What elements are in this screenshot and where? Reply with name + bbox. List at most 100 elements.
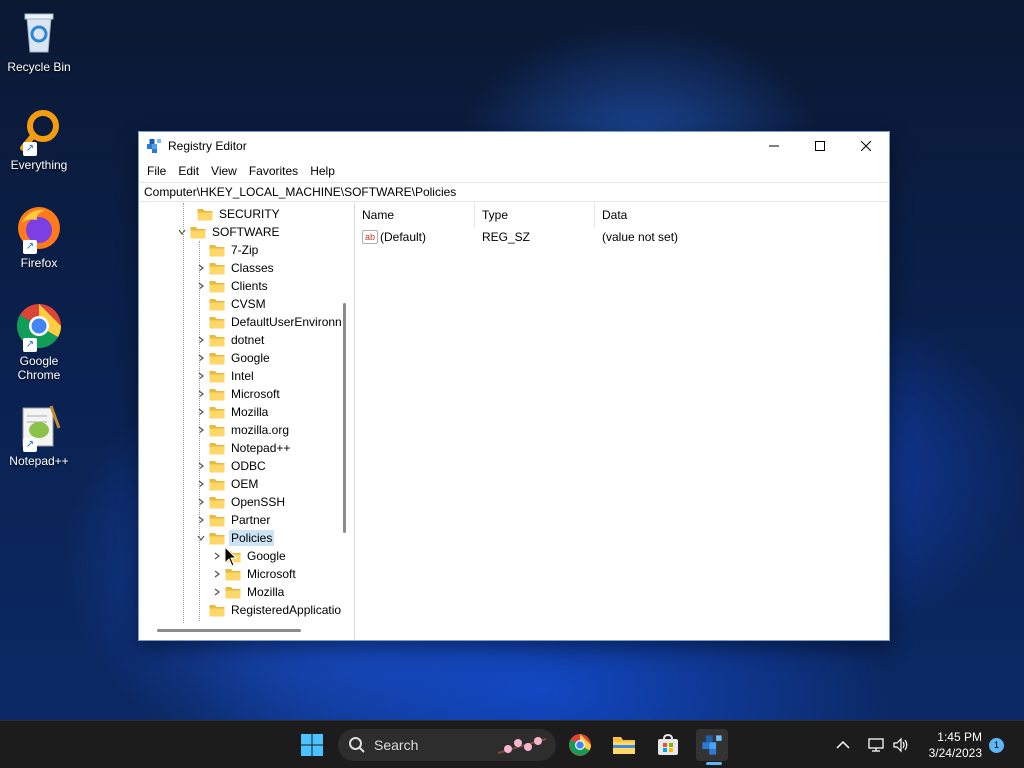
taskbar: Search 1:45 PM 3/24/2023 1 <box>0 720 1024 768</box>
taskbar-store-button[interactable] <box>652 729 684 761</box>
tree-item[interactable]: Classes <box>195 259 276 277</box>
shortcut-arrow-icon: ↗ <box>23 338 37 352</box>
tree-item[interactable]: DefaultUserEnvironn <box>195 313 344 331</box>
chevron-down-icon[interactable] <box>195 529 207 547</box>
maximize-button[interactable] <box>797 132 843 160</box>
registry-tree[interactable]: SECURITY SOFTWARE 7-Zip Classes Clients CVSM D… <box>139 203 355 640</box>
chevron-right-icon[interactable] <box>195 349 207 367</box>
tree-item[interactable]: Microsoft <box>195 385 282 403</box>
tree-item[interactable]: RegisteredApplicatio <box>195 601 343 619</box>
taskbar-registry-editor-button[interactable] <box>696 729 728 761</box>
desktop-icon-firefox[interactable]: ↗ Firefox <box>2 204 76 270</box>
chevron-right-icon[interactable] <box>195 259 207 277</box>
value-data: (value not set) <box>602 230 679 244</box>
tree-item[interactable]: Mozilla <box>195 403 270 421</box>
address-bar[interactable]: Computer\HKEY_LOCAL_MACHINE\SOFTWARE\Pol… <box>139 182 889 202</box>
column-header-name[interactable]: Name <box>355 202 475 227</box>
tree-item[interactable]: Mozilla <box>211 583 286 601</box>
taskbar-clock[interactable]: 1:45 PM 3/24/2023 <box>929 729 982 761</box>
registry-editor-icon <box>702 735 722 755</box>
taskbar-chrome-button[interactable] <box>564 729 596 761</box>
menu-help[interactable]: Help <box>304 164 341 178</box>
tree-item[interactable]: mozilla.org <box>195 421 291 439</box>
list-item[interactable]: ab (Default) REG_SZ (value not set) <box>355 227 889 247</box>
folder-icon <box>209 298 225 311</box>
chevron-right-icon[interactable] <box>195 475 207 493</box>
tree-item-label: Microsoft <box>231 387 280 401</box>
desktop-icon-everything[interactable]: ↗ Everything <box>2 106 76 172</box>
chevron-right-icon[interactable] <box>195 511 207 529</box>
start-button[interactable] <box>296 729 328 761</box>
tree-vertical-scrollbar[interactable] <box>343 303 346 533</box>
chevron-right-icon[interactable] <box>211 547 223 565</box>
tree-item[interactable]: ODBC <box>195 457 268 475</box>
chevron-right-icon[interactable] <box>195 277 207 295</box>
speaker-icon <box>893 737 908 753</box>
menu-view[interactable]: View <box>205 164 243 178</box>
folder-icon <box>209 478 225 491</box>
tree-item-label: Classes <box>231 261 274 275</box>
title-bar[interactable]: Registry Editor <box>139 132 889 160</box>
tree-item[interactable]: Partner <box>195 511 272 529</box>
folder-icon <box>209 496 225 509</box>
chevron-right-icon[interactable] <box>195 457 207 475</box>
clock-time: 1:45 PM <box>937 730 982 744</box>
desktop-icon-notepad-plus-plus[interactable]: ↗ Notepad++ <box>2 402 76 468</box>
minimize-button[interactable] <box>751 132 797 160</box>
tree-item[interactable]: dotnet <box>195 331 266 349</box>
chevron-down-icon[interactable] <box>176 223 188 241</box>
taskbar-search-box[interactable]: Search <box>338 729 556 761</box>
menu-edit[interactable]: Edit <box>172 164 205 178</box>
taskbar-file-explorer-button[interactable] <box>608 729 640 761</box>
tree-item[interactable]: Notepad++ <box>195 439 292 457</box>
folder-icon <box>209 262 225 275</box>
chevron-right-icon[interactable] <box>195 493 207 511</box>
tree-item[interactable]: Google <box>211 547 288 565</box>
tree-item[interactable]: OpenSSH <box>195 493 287 511</box>
chevron-right-icon[interactable] <box>195 421 207 439</box>
tree-item-label: DefaultUserEnvironn <box>231 315 342 329</box>
tree-item-label: 7-Zip <box>231 243 259 257</box>
desktop-icon-label: Firefox <box>20 256 58 270</box>
column-header-type[interactable]: Type <box>475 202 595 227</box>
close-button[interactable] <box>843 132 889 160</box>
tree-item[interactable]: CVSM <box>195 295 268 313</box>
menu-favorites[interactable]: Favorites <box>243 164 304 178</box>
chevron-right-icon[interactable] <box>195 331 207 349</box>
tree-item[interactable]: Intel <box>195 367 256 385</box>
chevron-right-icon[interactable] <box>195 385 207 403</box>
network-status-button[interactable] <box>868 721 886 768</box>
list-header: Name Type Data <box>355 202 889 227</box>
notification-badge[interactable]: 1 <box>989 738 1004 753</box>
tree-item[interactable]: 7-Zip <box>195 241 260 259</box>
show-hidden-icons-button[interactable] <box>836 721 850 768</box>
tree-item[interactable]: Clients <box>195 277 270 295</box>
chevron-right-icon[interactable] <box>211 565 223 583</box>
chevron-right-icon[interactable] <box>195 403 207 421</box>
tree-item-label: dotnet <box>231 333 265 347</box>
volume-button[interactable] <box>892 721 910 768</box>
folder-icon <box>209 352 225 365</box>
tree-item[interactable]: Google <box>195 349 272 367</box>
tree-item[interactable]: Policies <box>195 529 275 547</box>
desktop-icon-google-chrome[interactable]: ↗ Google Chrome <box>2 302 76 382</box>
chevron-right-icon[interactable] <box>195 367 207 385</box>
chevron-up-icon <box>836 740 850 749</box>
column-header-data[interactable]: Data <box>595 203 755 227</box>
tree-item-label: Mozilla <box>231 405 269 419</box>
tree-item[interactable]: OEM <box>195 475 260 493</box>
tree-item[interactable]: SOFTWARE <box>176 223 282 241</box>
shortcut-arrow-icon: ↗ <box>23 240 37 254</box>
mouse-cursor-icon <box>224 546 238 567</box>
tree-horizontal-scrollbar[interactable] <box>157 629 301 632</box>
desktop-icon-recycle-bin[interactable]: Recycle Bin <box>2 8 76 74</box>
menu-file[interactable]: File <box>141 164 172 178</box>
tree-item-label: Intel <box>231 369 254 383</box>
chevron-right-icon[interactable] <box>211 583 223 601</box>
tree-item[interactable]: SECURITY <box>183 205 282 223</box>
chrome-icon: ↗ <box>15 302 63 352</box>
values-list[interactable]: Name Type Data ab (Default) REG_SZ (value… <box>355 202 889 640</box>
